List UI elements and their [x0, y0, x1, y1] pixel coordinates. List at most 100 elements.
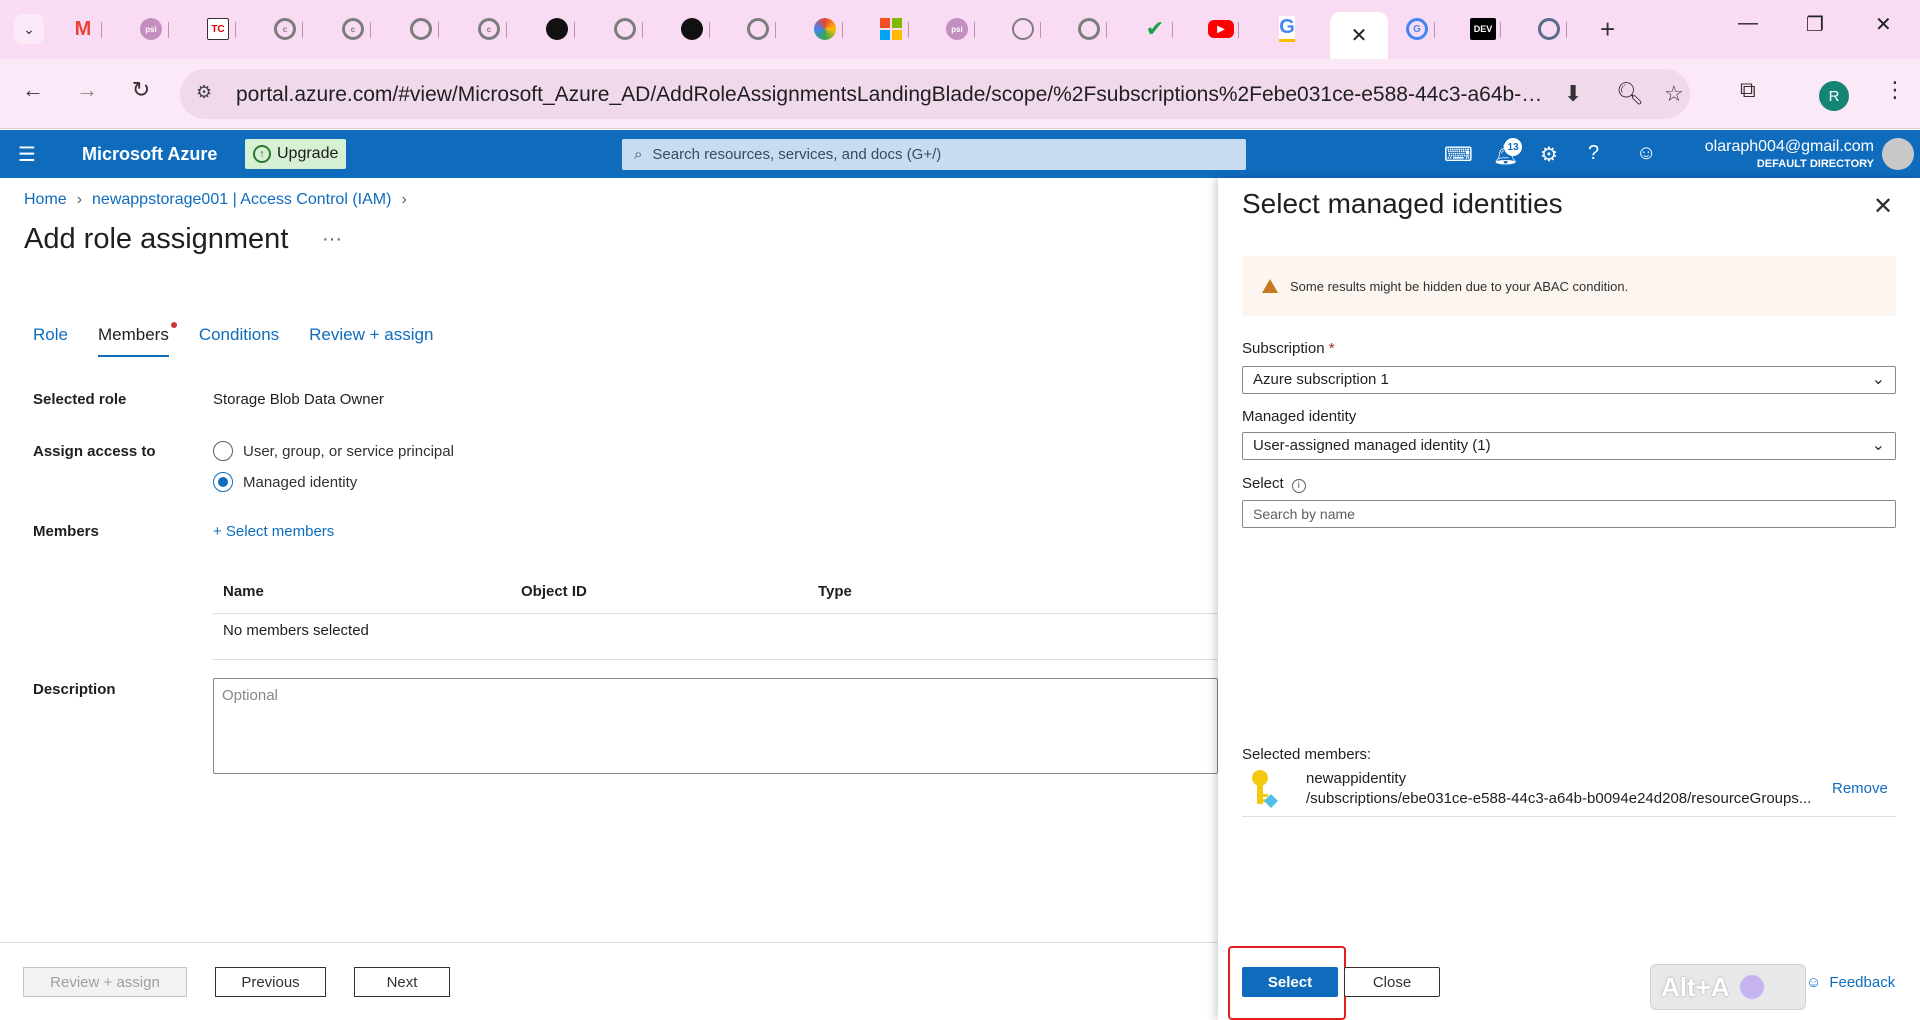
managed-identity-value: User-assigned managed identity (1) [1253, 437, 1491, 454]
breadcrumb-chevron-icon: › [401, 191, 407, 208]
tab-microsoft[interactable] [874, 12, 908, 46]
bookmark-star-icon[interactable]: ☆ [1664, 81, 1684, 107]
extensions-icon[interactable]: ⧉ [1740, 77, 1756, 103]
site-info-icon[interactable]: ⚙ [196, 82, 212, 103]
review-assign-button[interactable]: Review + assign [23, 967, 187, 997]
global-search-input[interactable]: ⌕ Search resources, services, and docs (… [622, 139, 1246, 170]
tab-chatgpt3[interactable] [741, 12, 775, 46]
page-title: Add role assignment [24, 223, 289, 255]
tab-chatgpt1[interactable] [404, 12, 438, 46]
microsoft-icon [880, 18, 902, 40]
tab-review-assign[interactable]: Review + assign [309, 325, 433, 357]
close-button[interactable]: Close [1344, 967, 1440, 997]
check-icon: ✔ [1145, 16, 1165, 41]
tab-members[interactable]: Members [97, 322, 177, 357]
member-divider [1242, 816, 1896, 817]
feedback-link[interactable]: ☺ Feedback [1806, 974, 1895, 991]
radio-user-group[interactable]: User, group, or service principal [213, 441, 454, 461]
tab-psi[interactable]: psi [134, 12, 168, 46]
tab-github2[interactable] [675, 12, 709, 46]
assign-access-label: Assign access to [33, 443, 156, 460]
description-label: Description [33, 681, 116, 698]
help-icon[interactable]: ? [1588, 142, 1599, 165]
next-button[interactable]: Next [354, 967, 450, 997]
select-button[interactable]: Select [1242, 967, 1338, 997]
settings-gear-icon[interactable]: ⚙ [1540, 142, 1558, 167]
chevron-down-icon: ⌄ [1871, 371, 1885, 388]
restore-button[interactable]: ❐ [1806, 12, 1824, 37]
tab-psi2[interactable]: psi [940, 12, 974, 46]
breadcrumb-iam[interactable]: newappstorage001 | Access Control (IAM) [92, 191, 391, 209]
tab-chatgpt2[interactable] [608, 12, 642, 46]
tab-ring[interactable] [1006, 12, 1040, 46]
info-icon[interactable]: i [1291, 478, 1306, 493]
previous-button[interactable]: Previous [215, 967, 326, 997]
radio-button[interactable] [213, 441, 233, 461]
zoom-icon[interactable]: 🔍︎ [1616, 81, 1644, 107]
member-resource-path: /subscriptions/ebe031ce-e588-44c3-a64b-b… [1306, 790, 1812, 807]
user-email[interactable]: olaraph004@gmail.com [1694, 138, 1874, 156]
table-empty-message: No members selected [223, 622, 369, 639]
breadcrumb: Home › newappstorage001 | Access Control… [24, 191, 407, 209]
reload-button[interactable]: ↻ [124, 77, 158, 103]
portal-menu-icon[interactable]: ☰ [18, 142, 36, 167]
tab-gmail[interactable]: M [66, 12, 100, 46]
tab-active[interactable]: ✕ [1330, 12, 1388, 59]
tab-globe[interactable] [1532, 12, 1566, 46]
tab-google[interactable]: G [1270, 12, 1304, 46]
close-icon[interactable]: ✕ [1351, 23, 1368, 48]
feedback-icon[interactable]: ☺ [1636, 142, 1656, 165]
tab-search-button[interactable]: ⌄ [14, 14, 44, 44]
upgrade-button[interactable]: ↑ Upgrade [245, 139, 347, 169]
youtube-icon: ▶ [1208, 20, 1234, 38]
omnibox[interactable]: ⚙ portal.azure.com/#view/Microsoft_Azure… [180, 69, 1690, 119]
tab-tc[interactable]: TC [201, 12, 235, 46]
more-options-icon[interactable]: ··· [322, 228, 342, 251]
tab-colorwheel[interactable] [808, 12, 842, 46]
select-members-link[interactable]: + Select members [213, 523, 334, 540]
tab-github1[interactable] [540, 12, 574, 46]
chatgpt-icon [614, 18, 636, 40]
tab-role[interactable]: Role [33, 325, 68, 357]
radio-managed-identity[interactable]: Managed identity [213, 472, 357, 492]
cloud-shell-icon[interactable]: ⌨ [1444, 142, 1473, 167]
user-directory[interactable]: DEFAULT DIRECTORY [1694, 158, 1874, 170]
managed-identity-dropdown[interactable]: User-assigned managed identity (1) ⌄ [1242, 432, 1896, 460]
subscription-dropdown[interactable]: Azure subscription 1 ⌄ [1242, 366, 1896, 394]
radio-button-checked[interactable] [213, 472, 233, 492]
description-textarea[interactable]: Optional [213, 678, 1218, 774]
url-text[interactable]: portal.azure.com/#view/Microsoft_Azure_A… [236, 83, 1546, 107]
tab-google2[interactable]: G [1400, 12, 1434, 46]
new-tab-button[interactable]: + [1600, 14, 1615, 45]
install-app-icon[interactable]: ⬇ [1564, 81, 1582, 107]
alt-a-overlay[interactable]: Alt+A [1650, 964, 1806, 1010]
tab-youtube[interactable]: ▶ [1204, 12, 1238, 46]
profile-avatar[interactable]: R [1819, 81, 1849, 111]
back-button[interactable]: ← [16, 77, 50, 103]
col-header-name[interactable]: Name [223, 583, 264, 600]
panel-close-icon[interactable]: ✕ [1873, 192, 1893, 221]
tab-c2[interactable]: c [336, 12, 370, 46]
c-logo-icon: c [342, 18, 364, 40]
subscription-value: Azure subscription 1 [1253, 371, 1389, 388]
forward-button[interactable]: → [70, 77, 104, 103]
minimize-button[interactable]: — [1738, 12, 1758, 35]
tab-conditions[interactable]: Conditions [199, 325, 279, 357]
browser-menu-icon[interactable]: ⋮ [1884, 77, 1906, 103]
search-by-name-input[interactable]: Search by name [1242, 500, 1896, 528]
col-header-object-id[interactable]: Object ID [521, 583, 587, 600]
tab-c1[interactable]: c [268, 12, 302, 46]
tab-dev[interactable]: DEV [1466, 12, 1500, 46]
remove-member-link[interactable]: Remove [1832, 780, 1888, 797]
selected-role-value: Storage Blob Data Owner [213, 391, 384, 408]
window-close-button[interactable]: ✕ [1875, 12, 1892, 37]
breadcrumb-chevron-icon: › [76, 191, 83, 208]
azure-brand[interactable]: Microsoft Azure [82, 144, 217, 165]
user-avatar[interactable] [1882, 138, 1914, 170]
tab-chatgpt4[interactable] [1072, 12, 1106, 46]
col-header-type[interactable]: Type [818, 583, 852, 600]
breadcrumb-home[interactable]: Home [24, 191, 67, 209]
warning-icon [1262, 279, 1278, 293]
tab-c3[interactable]: c [472, 12, 506, 46]
tab-check[interactable]: ✔ [1138, 12, 1172, 46]
